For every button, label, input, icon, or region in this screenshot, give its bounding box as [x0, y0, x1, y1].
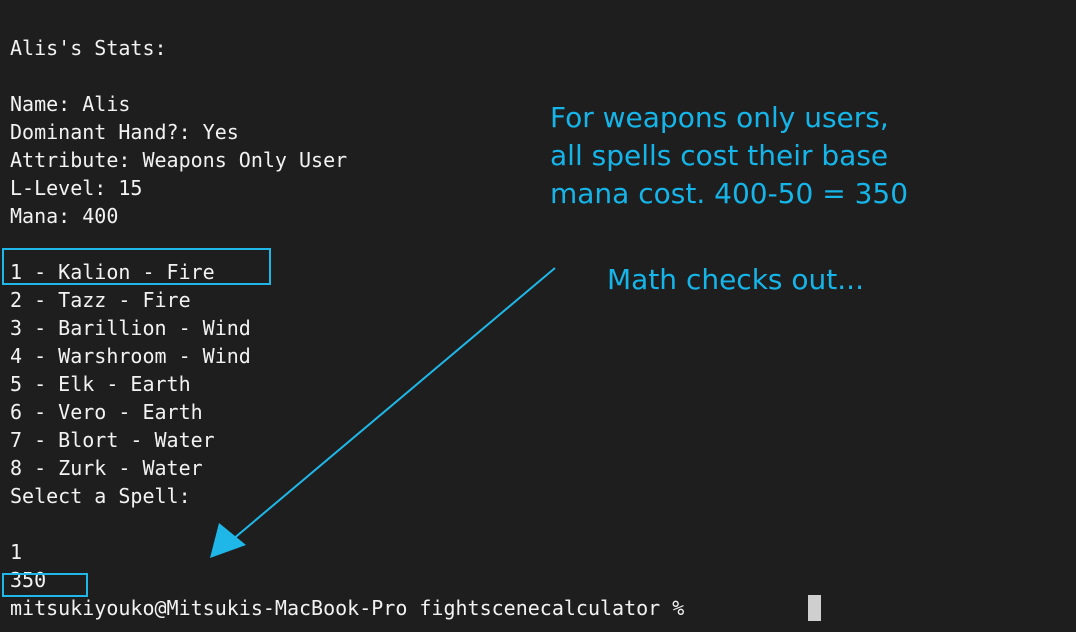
annotation-arrow-icon	[210, 267, 556, 558]
terminal-window[interactable]: Alis's Stats: Name: Alis Dominant Hand?:…	[0, 0, 1076, 632]
